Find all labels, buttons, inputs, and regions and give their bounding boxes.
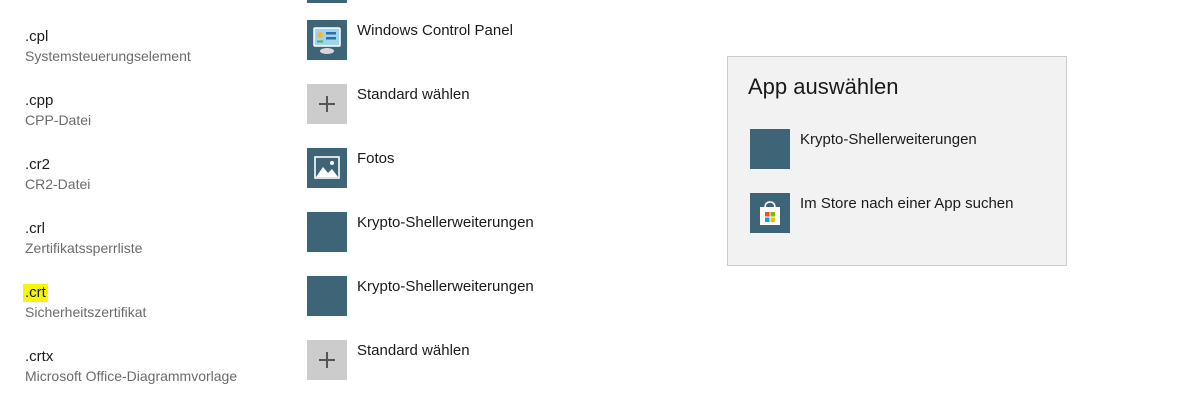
app-button-cpl[interactable]: Windows Control Panel [307, 20, 567, 60]
app-label: Fotos [357, 150, 395, 167]
app-label: Windows Control Panel [357, 22, 513, 39]
crypto-shell-icon [750, 129, 790, 169]
file-type-description: Microsoft Office-Diagrammvorlage [25, 368, 238, 384]
list-item-cr2: .cr2 CR2-Datei Fotos [0, 148, 700, 220]
file-extension-highlighted: .crt [23, 284, 48, 302]
file-type-description: Zertifikatssperrliste [25, 240, 143, 256]
file-type-description: Systemsteuerungselement [25, 48, 191, 64]
flyout-item-label: Krypto-Shellerweiterungen [800, 131, 977, 148]
file-extension: .cpp [25, 92, 54, 109]
flyout-item-store-search[interactable]: Im Store nach einer App suchen [750, 193, 1050, 233]
previous-row-app-icon [307, 0, 347, 3]
default-apps-by-file-type: .cpl Systemsteuerungselement Windows Con… [0, 0, 1181, 401]
app-button-crtx[interactable]: Standard wählen [307, 340, 567, 380]
app-button-cr2[interactable]: Fotos [307, 148, 567, 188]
crypto-shell-icon [307, 212, 347, 252]
file-type-description: CPP-Datei [25, 112, 92, 128]
plus-icon [307, 84, 347, 124]
app-button-cpp[interactable]: Standard wählen [307, 84, 567, 124]
app-label: Krypto-Shellerweiterungen [357, 278, 534, 295]
file-extension: .crtx [25, 348, 54, 365]
list-item-cpp: .cpp CPP-Datei Standard wählen [0, 84, 700, 156]
file-type-description: CR2-Datei [25, 176, 91, 192]
file-type-description: Sicherheitszertifikat [25, 304, 147, 320]
choose-app-flyout: App auswählen Krypto-Shellerweiterungen … [727, 56, 1067, 266]
app-label: Standard wählen [357, 86, 470, 103]
app-button-crl[interactable]: Krypto-Shellerweiterungen [307, 212, 567, 252]
store-icon [750, 193, 790, 233]
list-item-crtx: .crtx Microsoft Office-Diagrammvorlage S… [0, 340, 700, 401]
plus-icon [307, 340, 347, 380]
flyout-item-label: Im Store nach einer App suchen [800, 195, 1014, 212]
app-label: Krypto-Shellerweiterungen [357, 214, 534, 231]
list-item-crl: .crl Zertifikatssperrliste Krypto-Shelle… [0, 212, 700, 284]
flyout-title: App auswählen [748, 74, 899, 99]
control-panel-icon [307, 20, 347, 60]
file-extension: .crl [25, 220, 45, 237]
app-label: Standard wählen [357, 342, 470, 359]
flyout-item-crypto-shell[interactable]: Krypto-Shellerweiterungen [750, 129, 1050, 169]
crypto-shell-icon [307, 276, 347, 316]
list-item-cpl: .cpl Systemsteuerungselement Windows Con… [0, 20, 700, 92]
app-button-crt[interactable]: Krypto-Shellerweiterungen [307, 276, 567, 316]
photos-icon [307, 148, 347, 188]
list-item-crt: .crt Sicherheitszertifikat Krypto-Shelle… [0, 276, 700, 348]
file-extension: .cpl [25, 28, 49, 45]
file-extension: .cr2 [25, 156, 51, 173]
